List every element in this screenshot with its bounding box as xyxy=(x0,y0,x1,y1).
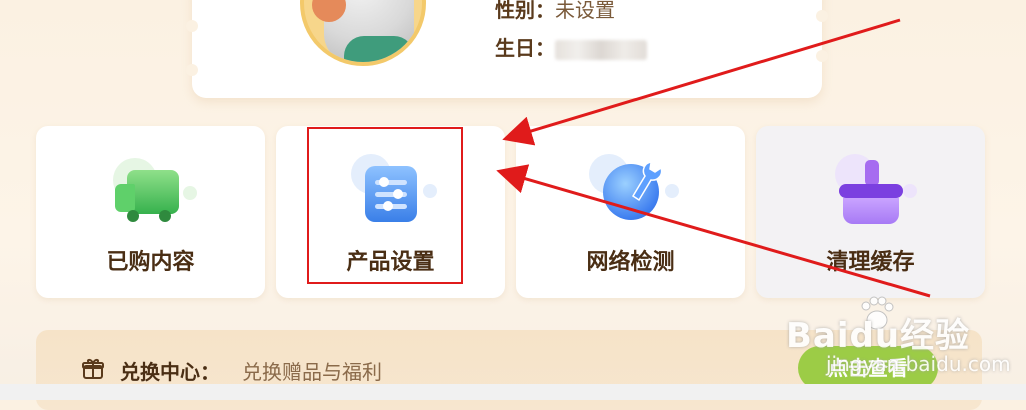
card-notch xyxy=(186,64,198,76)
avatar-detail xyxy=(344,36,414,62)
tile-label: 清理缓存 xyxy=(826,250,915,275)
tile-label: 已购内容 xyxy=(106,250,195,275)
watermark-logo-text: Baidu经验 xyxy=(786,316,971,356)
tile-network-check[interactable]: 网络检测 xyxy=(516,126,745,298)
birthday-row: 生日： xyxy=(495,32,647,61)
baidu-watermark: Baidu经验 jingyan.baidu.com xyxy=(786,296,1011,386)
card-notch xyxy=(816,10,828,22)
annotation-highlight-box xyxy=(307,127,463,284)
truck-icon xyxy=(111,158,197,230)
birthday-label: 生日： xyxy=(495,36,555,60)
tile-clear-cache[interactable]: 清理缓存 xyxy=(756,126,985,298)
gender-value: 未设置 xyxy=(555,0,615,22)
watermark-url: jingyan.baidu.com xyxy=(826,352,1011,376)
card-notch xyxy=(816,50,828,62)
birthday-value-blurred xyxy=(555,39,647,60)
avatar[interactable] xyxy=(300,0,426,66)
gift-icon xyxy=(82,359,104,379)
tile-purchased-content[interactable]: 已购内容 xyxy=(36,126,265,298)
redeem-title: 兑换中心： xyxy=(120,360,220,384)
tile-label: 网络检测 xyxy=(586,250,675,275)
network-wrench-icon xyxy=(588,154,679,230)
redeem-description: 兑换赠品与福利 xyxy=(242,360,382,384)
gender-label: 性别： xyxy=(495,0,555,22)
profile-card: 性别：未设置 生日： xyxy=(186,0,828,98)
bottom-strip xyxy=(0,384,1026,400)
gender-row: 性别：未设置 xyxy=(495,0,615,23)
broom-icon xyxy=(831,154,917,230)
card-notch xyxy=(186,20,198,32)
